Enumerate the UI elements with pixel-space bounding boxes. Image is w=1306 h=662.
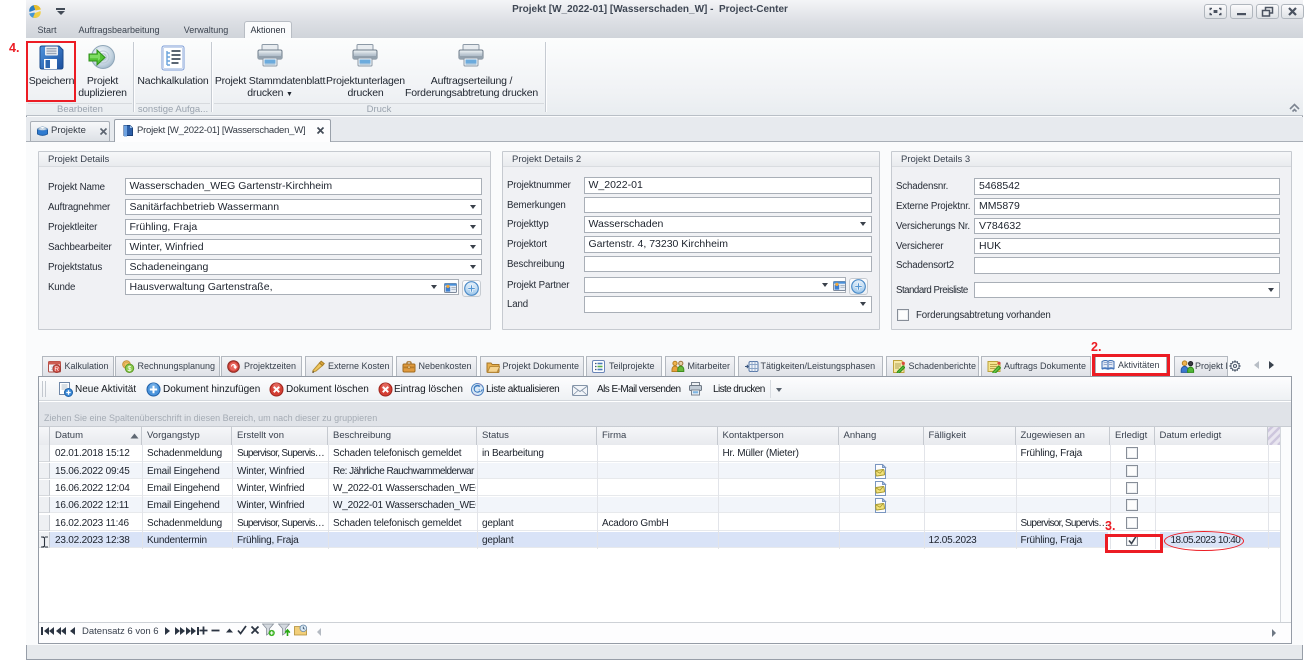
svg-text:R: R xyxy=(54,366,59,373)
svg-text:$: $ xyxy=(127,366,131,373)
